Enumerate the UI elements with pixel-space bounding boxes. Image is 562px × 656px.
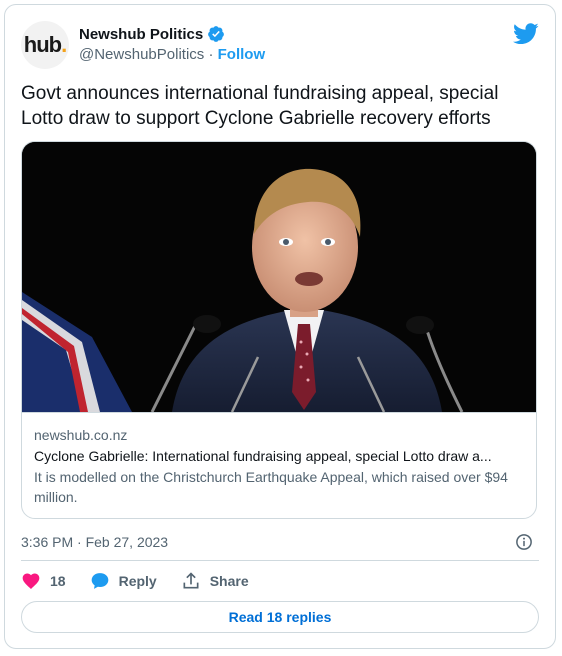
verified-badge-icon — [208, 26, 225, 42]
author-handle-row: @NewshubPolitics · Follow — [79, 46, 265, 63]
reply-button[interactable]: Reply — [90, 571, 157, 591]
tweet-meta: 3:36 PM · Feb 27, 2023 — [21, 531, 533, 553]
share-label: Share — [209, 573, 249, 589]
link-preview-card[interactable]: newshub.co.nz Cyclone Gabrielle: Interna… — [21, 141, 537, 519]
card-description: It is modelled on the Christchurch Earth… — [34, 469, 508, 505]
share-icon — [183, 572, 199, 589]
reply-label: Reply — [118, 573, 157, 589]
card-details: newshub.co.nz Cyclone Gabrielle: Interna… — [22, 412, 536, 518]
author-info: Newshub Politics @NewshubPolitics · Foll… — [79, 25, 265, 64]
speech-bubble-icon — [91, 573, 108, 589]
twitter-bird-icon[interactable] — [513, 23, 539, 45]
separator-dot: · — [204, 46, 218, 63]
like-button[interactable]: 18 — [21, 571, 66, 591]
divider — [21, 560, 539, 561]
article-photo — [22, 142, 536, 412]
read-replies-button[interactable]: Read 18 replies — [21, 601, 539, 633]
tweet-header: hub. Newshub Politics @NewshubPolitics ·… — [21, 21, 539, 69]
action-bar: 18 Reply Share — [21, 569, 273, 593]
tweet-text: Govt announces international fundraising… — [21, 83, 499, 129]
tweet-embed: hub. Newshub Politics @NewshubPolitics ·… — [4, 4, 556, 649]
card-domain: newshub.co.nz — [34, 427, 128, 443]
card-title: Cyclone Gabrielle: International fundrai… — [34, 448, 492, 464]
share-button[interactable]: Share — [181, 571, 249, 591]
like-count: 18 — [50, 573, 66, 589]
follow-link[interactable]: Follow — [218, 46, 266, 63]
read-replies-label: Read 18 replies — [228, 609, 332, 625]
author-display-name[interactable]: Newshub Politics — [79, 26, 203, 43]
heart-icon — [22, 573, 40, 589]
info-icon[interactable] — [515, 533, 533, 551]
tweet-timestamp[interactable]: 3:36 PM · Feb 27, 2023 — [21, 534, 168, 550]
avatar[interactable]: hub. — [21, 21, 69, 69]
author-handle[interactable]: @NewshubPolitics — [79, 46, 204, 63]
avatar-logo: hub. — [23, 32, 67, 57]
